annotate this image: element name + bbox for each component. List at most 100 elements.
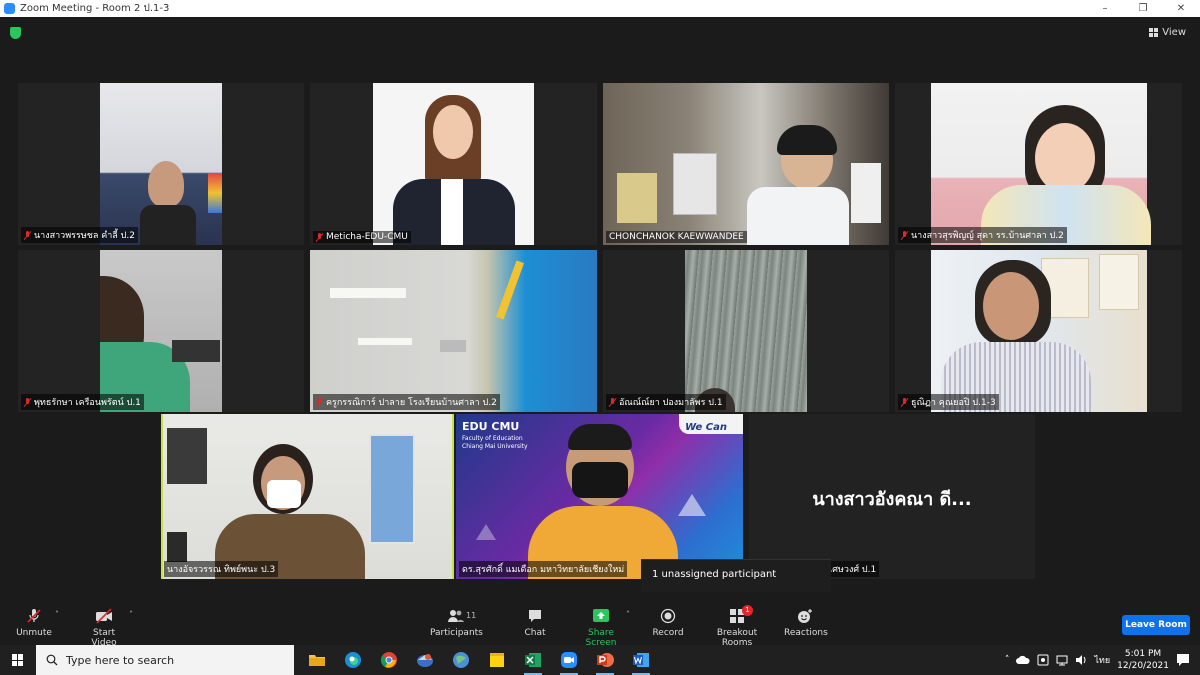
participant-tile[interactable]: อัณณ์ณ์ยา ปองมาลัพร ป.1 — [603, 250, 889, 412]
chat-button[interactable]: Chat — [516, 608, 554, 638]
participant-video — [310, 250, 597, 412]
participant-video — [931, 250, 1147, 412]
chevron-up-icon[interactable]: ˄ — [1005, 655, 1010, 665]
network-icon[interactable] — [1056, 654, 1068, 666]
share-screen-button[interactable]: Share Screen — [572, 608, 630, 648]
participant-name-label: ธูณิฏา คุณยอปิ ป.1-3 — [898, 394, 999, 410]
banner-slogan: We Can — [685, 422, 727, 433]
grid-view-icon — [1149, 28, 1159, 37]
maximize-button[interactable]: ❐ — [1124, 0, 1162, 17]
sticky-notes-icon[interactable] — [484, 645, 510, 675]
participant-name-label: Meticha-EDU-CMU — [313, 231, 411, 243]
muted-mic-icon — [901, 397, 908, 407]
taskbar-clock[interactable]: 5:01 PM 12/20/2021 — [1117, 648, 1169, 672]
video-options-caret[interactable]: ˄ — [129, 610, 133, 619]
muted-mic-icon — [316, 397, 323, 407]
muted-mic-icon — [609, 397, 616, 407]
chat-icon — [516, 608, 554, 624]
participant-video — [373, 83, 534, 245]
word-icon[interactable] — [628, 645, 654, 675]
security-shield-icon[interactable] — [10, 27, 21, 39]
windows-logo-icon — [12, 654, 24, 666]
participant-video — [603, 83, 889, 245]
unassigned-tooltip: 1 unassigned participant — [641, 559, 831, 592]
participant-tile[interactable]: ธูณิฏา คุณยอปิ ป.1-3 — [895, 250, 1182, 412]
notifications-icon[interactable] — [1176, 653, 1190, 667]
unmute-button[interactable]: Unmute — [14, 608, 54, 638]
participants-icon: 11 — [430, 608, 482, 624]
meeting-stage: View นางสาวพรรษชล คำลี้ ป.2 Meticha-EDU-… — [0, 17, 1200, 645]
windows-taskbar: Type here to search ˄ ไทย 5:01 PM 12/20/… — [0, 645, 1200, 675]
view-button[interactable]: View — [1149, 27, 1186, 38]
participant-tile[interactable]: นางสาวสุรพิญญ์ สุดา รร.บ้านศาลา ป.2 — [895, 83, 1182, 245]
globe-app-icon[interactable] — [448, 645, 474, 675]
thunderbird-mail-icon[interactable] — [412, 645, 438, 675]
edge-browser-icon[interactable] — [340, 645, 366, 675]
participant-name-label: ครูกรรณิการ์ ปาลาย โรงเรียนบ้านศาลา ป.2 — [313, 394, 500, 410]
participant-name-label: อัณณ์ณ์ยา ปองมาลัพร ป.1 — [606, 394, 726, 410]
volume-icon[interactable] — [1075, 654, 1087, 666]
reactions-button[interactable]: Reactions — [784, 608, 828, 638]
participant-tile[interactable]: EDU CMU Faculty of Education Chiang Mai … — [456, 414, 743, 579]
banner-subtitle-1: Faculty of Education — [462, 435, 523, 442]
taskbar-search-box[interactable]: Type here to search — [36, 645, 294, 675]
start-button[interactable] — [0, 645, 36, 675]
participant-name-label: พุทธรักษา เครือนพรัตน์ ป.1 — [21, 394, 144, 410]
participant-tile[interactable]: CHONCHANOK KAEWWANDEE — [603, 83, 889, 245]
participant-video — [931, 83, 1151, 245]
zoom-taskbar-icon[interactable] — [556, 645, 582, 675]
participant-video — [100, 83, 222, 245]
participant-video — [163, 414, 452, 579]
onedrive-cloud-icon[interactable] — [1016, 655, 1030, 665]
participant-video — [685, 250, 807, 412]
participant-tile-no-video[interactable]: นางสาวอังคณา ดี... นางสาวอังคณา ดีวีเศษว… — [749, 414, 1035, 579]
participant-video — [100, 250, 222, 412]
input-language[interactable]: ไทย — [1094, 653, 1110, 667]
breakout-rooms-icon: 1 — [728, 605, 753, 624]
breakout-badge: 1 — [742, 605, 753, 616]
window-titlebar: Zoom Meeting - Room 2 ป.1-3 – ❐ ✕ — [0, 0, 1200, 17]
chrome-browser-icon[interactable] — [376, 645, 402, 675]
start-video-button[interactable]: Start Video — [80, 608, 128, 648]
breakout-rooms-button[interactable]: 1 Breakout Rooms — [702, 605, 772, 648]
video-off-icon — [80, 608, 128, 624]
record-icon — [650, 608, 686, 624]
muted-mic-icon — [24, 230, 31, 240]
muted-mic-icon — [316, 232, 323, 242]
participants-button[interactable]: 11 Participants — [430, 608, 483, 638]
powerpoint-icon[interactable] — [592, 645, 618, 675]
participant-name-label: ดร.สุรศักดิ์ แมเดือก มหาวิทยาลัยเชียงใหม… — [459, 561, 628, 577]
reactions-icon — [784, 608, 826, 624]
excel-icon[interactable] — [520, 645, 546, 675]
minimize-button[interactable]: – — [1086, 0, 1124, 17]
participant-tile[interactable]: ครูกรรณิการ์ ปาลาย โรงเรียนบ้านศาลา ป.2 — [310, 250, 597, 412]
muted-mic-icon — [901, 230, 908, 240]
participant-name-label: นางสาวสุรพิญญ์ สุดา รร.บ้านศาลา ป.2 — [898, 227, 1067, 243]
participant-name-label: นางอัจรวรรณ ทิพย์พนะ ป.3 — [164, 561, 279, 577]
leave-room-button[interactable]: Leave Room — [1122, 615, 1190, 635]
audio-options-caret[interactable]: ˄ — [55, 610, 59, 619]
view-button-label: View — [1162, 27, 1186, 38]
participant-tile[interactable]: นางสาวพรรษชล คำลี้ ป.2 — [18, 83, 304, 245]
window-title: Zoom Meeting - Room 2 ป.1-3 — [20, 3, 170, 14]
share-screen-icon — [572, 608, 630, 624]
record-button[interactable]: Record — [650, 608, 686, 638]
tray-app-icon[interactable] — [1037, 654, 1049, 666]
participant-name-label: นางสาวพรรษชล คำลี้ ป.2 — [21, 227, 138, 243]
participant-tile[interactable]: พุทธรักษา เครือนพรัตน์ ป.1 — [18, 250, 304, 412]
participant-name-label: CHONCHANOK KAEWWANDEE — [606, 231, 747, 243]
participant-tile-active-speaker[interactable]: นางอัจรวรรณ ทิพย์พนะ ป.3 — [161, 414, 454, 579]
banner-title: EDU CMU — [462, 420, 520, 433]
close-button[interactable]: ✕ — [1162, 0, 1200, 17]
participants-count: 11 — [466, 611, 477, 620]
share-options-caret[interactable]: ˄ — [626, 610, 630, 619]
muted-mic-icon — [14, 608, 54, 624]
file-explorer-icon[interactable] — [304, 645, 330, 675]
banner-subtitle-2: Chiang Mai University — [462, 443, 528, 450]
search-placeholder: Type here to search — [66, 653, 175, 667]
system-tray: ˄ ไทย 5:01 PM 12/20/2021 — [1005, 645, 1200, 675]
participant-display-name: นางสาวอังคณา ดี... — [812, 489, 972, 510]
muted-mic-icon — [24, 397, 31, 407]
search-icon — [46, 654, 58, 666]
participant-tile[interactable]: Meticha-EDU-CMU — [310, 83, 597, 245]
